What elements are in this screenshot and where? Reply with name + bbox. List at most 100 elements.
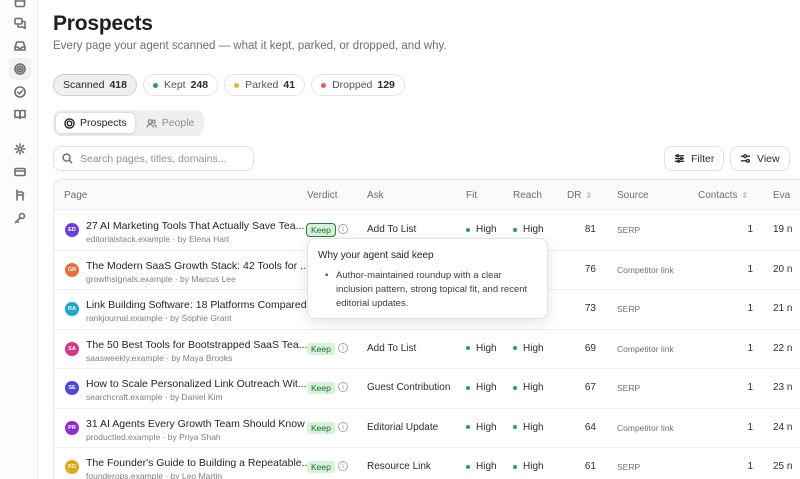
page-title-link[interactable]: 27 AI Marketing Tools That Actually Save… (86, 220, 304, 232)
chat-icon[interactable] (14, 17, 26, 29)
fit-cell: High (466, 422, 497, 433)
page-domain-author: growthsignals.example · by Marcus Lee (86, 273, 236, 284)
tooltip-title: Why your agent said keep (318, 250, 434, 261)
view-label: View (757, 152, 780, 165)
source-cell: SERP (617, 462, 641, 472)
credit-card-icon[interactable] (14, 166, 26, 178)
page-title-link[interactable]: The Modern SaaS Growth Stack: 42 Tools f… (86, 260, 309, 272)
page-title-link[interactable]: 31 AI Agents Every Growth Team Should Kn… (86, 418, 305, 430)
calendar-icon[interactable] (14, 0, 26, 8)
table-row[interactable]: PR 31 AI Agents Every Growth Team Should … (54, 409, 800, 448)
evaluated-cell: 20 n (773, 263, 793, 275)
sliders-icon (674, 154, 685, 163)
ask-cell: Editorial Update (367, 421, 439, 433)
info-icon[interactable]: i (338, 342, 348, 353)
reach-cell: High (513, 461, 544, 472)
verdict-badge[interactable]: Keep (307, 421, 335, 434)
tab-people[interactable]: People (138, 112, 203, 134)
site-avatar: FO (65, 460, 79, 474)
verdict-badge[interactable]: Keep (307, 342, 335, 355)
info-icon[interactable]: i (338, 421, 348, 432)
target-icon (64, 117, 75, 129)
yellow-dot-icon (234, 82, 240, 88)
ask-cell: Guest Contribution (367, 382, 451, 393)
reach-cell: High (513, 422, 544, 433)
column-source[interactable]: Source (617, 190, 649, 201)
ask-cell: Resource Link (367, 461, 431, 472)
green-dot-icon (513, 227, 517, 232)
chip-dropped[interactable]: Dropped 129 (311, 74, 405, 96)
site-avatar: PR (65, 420, 79, 435)
verdict-badge[interactable]: Keep (307, 461, 335, 473)
nav-rail (0, 0, 38, 479)
ask-cell: Add To List (367, 342, 417, 354)
dr-cell: 76 (584, 263, 596, 275)
page-domain-author: saasweekly.example · by Maya Brooks (86, 352, 233, 363)
key-icon[interactable] (14, 212, 26, 224)
chip-label: Parked (245, 79, 279, 91)
target-icon[interactable] (9, 58, 31, 80)
green-dot-icon (466, 385, 470, 390)
page-title-link[interactable]: How to Scale Personalized Link Outreach … (86, 378, 307, 390)
contacts-cell: 1 (747, 421, 753, 433)
view-button[interactable]: View (730, 146, 790, 171)
chip-parked[interactable]: Parked 41 (224, 74, 306, 96)
contacts-cell: 1 (747, 303, 753, 314)
info-icon[interactable]: i (338, 382, 348, 392)
tab-prospects[interactable]: Prospects (55, 112, 136, 134)
column-fit[interactable]: Fit (466, 190, 477, 201)
sort-icon[interactable]: ⇳ (741, 191, 748, 200)
inbox-icon[interactable] (14, 40, 26, 52)
table-row[interactable]: SE How to Scale Personalized Link Outreac… (54, 369, 800, 409)
book-icon[interactable] (14, 108, 26, 120)
green-dot-icon (513, 425, 517, 429)
filter-button[interactable]: Filter (664, 146, 725, 171)
green-dot-icon (466, 464, 470, 469)
chip-count: 41 (283, 79, 296, 91)
search-input[interactable]: Search pages, titles, domains... (53, 146, 254, 171)
table-row[interactable]: SA The 50 Best Tools for Bootstrapped Saa… (54, 330, 800, 369)
chip-count: 418 (109, 79, 127, 91)
evaluated-cell: 23 n (773, 382, 793, 393)
column-ask[interactable]: Ask (367, 190, 384, 201)
column-contacts[interactable]: Contacts ⇳ (698, 190, 748, 201)
column-dr[interactable]: DR ⇳ (567, 190, 592, 201)
dr-cell: 61 (584, 461, 596, 472)
fit-cell: High (466, 461, 497, 472)
column-evaluated[interactable]: Eva (773, 190, 790, 201)
dr-cell: 69 (584, 342, 596, 354)
page-title-link[interactable]: Link Building Software: 18 Platforms Com… (86, 299, 307, 311)
check-circle-icon[interactable] (14, 86, 26, 98)
column-verdict[interactable]: Verdict (307, 190, 338, 201)
sort-icon[interactable]: ⇳ (585, 191, 592, 200)
source-cell: Competitor link (617, 343, 674, 354)
source-cell: SERP (617, 383, 641, 393)
source-cell: SERP (617, 225, 641, 235)
fit-value: High (476, 342, 497, 354)
table-row[interactable]: FO The Founder's Guide to Building a Repe… (54, 448, 800, 479)
source-cell: Competitor link (617, 422, 674, 433)
reach-cell: High (513, 343, 544, 354)
green-dot-icon (152, 82, 158, 88)
column-reach[interactable]: Reach (513, 190, 542, 201)
status-filter-chips: Scanned 418 Kept 248 Parked 41 Dropped 1… (53, 74, 405, 96)
verdict-badge[interactable]: Keep (306, 223, 336, 237)
evaluated-cell: 25 n (773, 461, 793, 472)
info-icon[interactable]: i (338, 224, 348, 234)
settings-icon[interactable] (14, 143, 26, 155)
page-subtitle: Every page your agent scanned — what it … (53, 40, 447, 52)
search-icon (62, 153, 73, 164)
page-title-link[interactable]: The Founder's Guide to Building a Repeat… (86, 457, 310, 469)
verdict-badge[interactable]: Keep (307, 382, 335, 394)
chip-scanned[interactable]: Scanned 418 (53, 74, 137, 96)
dr-cell: 81 (584, 224, 596, 235)
column-page[interactable]: Page (64, 190, 87, 201)
chip-kept[interactable]: Kept 248 (142, 74, 219, 96)
source-cell: Competitor link (617, 264, 674, 275)
tooltip-body: Author-maintained roundup with a clear i… (318, 269, 537, 311)
page-domain-author: editorialstack.example · by Elena Hart (86, 234, 230, 244)
green-dot-icon (466, 346, 470, 350)
routes-icon[interactable] (14, 189, 26, 201)
page-title-link[interactable]: The 50 Best Tools for Bootstrapped SaaS … (86, 339, 307, 351)
info-icon[interactable]: i (338, 461, 348, 471)
